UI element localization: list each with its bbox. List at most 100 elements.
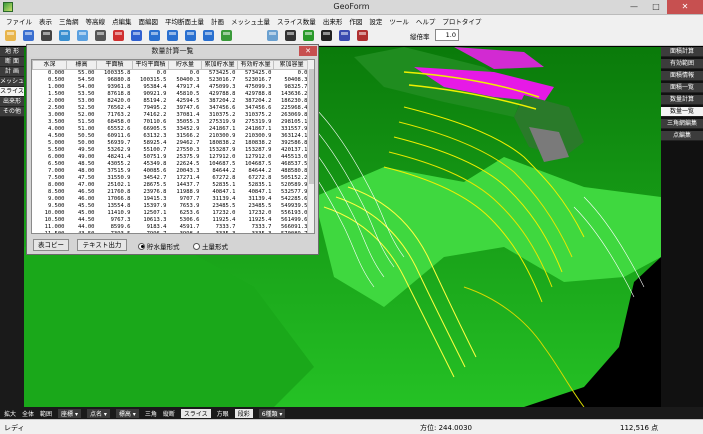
tree-icon[interactable] (301, 28, 316, 43)
table-row[interactable]: 3.500 51.50 68458.0 70110.6 35055.3 275319.9 2… (33, 119, 310, 126)
view-control-9[interactable]: 方眼 (217, 409, 229, 418)
chart-icon[interactable] (265, 28, 280, 43)
view-control-10[interactable]: 段彩 (234, 408, 253, 418)
menu-item-0[interactable]: ファイル (3, 16, 36, 26)
minimize-button[interactable]: — (623, 0, 645, 14)
close-button[interactable]: ✕ (667, 0, 703, 14)
menu-item-14[interactable]: ヘルプ (413, 16, 440, 26)
scroll-thumb[interactable] (309, 69, 314, 184)
column-header-3[interactable]: 平均平面積 (132, 60, 169, 70)
command-button-3[interactable]: 面積一覧 (661, 83, 703, 93)
table-row[interactable]: 11.500 43.50 7393.5 7996.7 3998.4 3335.3 3335.… (33, 231, 310, 233)
menu-item-4[interactable]: 点編集 (109, 16, 136, 26)
terrain-icon[interactable] (219, 28, 234, 43)
mode-tab-0[interactable]: 地 形 (0, 47, 24, 57)
radio-storage-dot[interactable] (138, 242, 145, 250)
table-row[interactable]: 6.000 49.00 48241.4 50751.9 25375.9 127912.0 1… (33, 154, 310, 161)
menu-item-2[interactable]: 三角網 (56, 16, 83, 26)
radio-earth-format[interactable]: 土量形式 (193, 241, 228, 251)
exaggeration-input[interactable]: 1.0 (435, 29, 459, 41)
view-control-0[interactable]: 拡大 (4, 409, 16, 418)
rotate-icon[interactable] (57, 28, 72, 43)
menu-item-7[interactable]: 計画 (208, 16, 228, 26)
table-row[interactable]: 9.500 45.50 13554.8 15397.9 7653.9 23485.5 234… (33, 203, 310, 210)
arrow-icon[interactable] (39, 28, 54, 43)
mode-tab-5[interactable]: 出来形 (0, 97, 24, 107)
menu-item-10[interactable]: 出来形 (320, 16, 347, 26)
menu-item-11[interactable]: 作図 (346, 16, 366, 26)
column-header-6[interactable]: 有効貯水量 (237, 60, 274, 70)
table-row[interactable]: 11.000 44.00 8599.6 9183.4 4591.7 7333.7 7333.… (33, 224, 310, 231)
table-row[interactable]: 2.500 52.50 76562.4 79495.2 39747.6 347456.6 3… (33, 105, 310, 112)
view-control-11[interactable]: 6種類 ▾ (258, 408, 286, 418)
mode-tab-6[interactable]: その他 (0, 107, 24, 117)
view-control-5[interactable]: 標高 ▾ (115, 408, 139, 418)
table-row[interactable]: 5.500 49.50 53262.9 55100.7 27550.3 153287.9 1… (33, 147, 310, 154)
column-header-0[interactable]: 水深 (32, 60, 67, 70)
table-row[interactable]: 1.000 54.00 93961.8 95384.4 47917.4 475099.3 4… (33, 84, 310, 91)
view-fit-icon[interactable] (75, 28, 90, 43)
arrow-up-icon[interactable] (147, 28, 162, 43)
mode-tab-2[interactable]: 計 画 (0, 67, 24, 77)
menu-item-12[interactable]: 設定 (366, 16, 386, 26)
table-row[interactable]: 8.500 46.50 21760.8 23976.8 11988.9 40847.1 40… (33, 189, 310, 196)
command-button-4[interactable]: 数量計算 (661, 95, 703, 105)
dialog-close-button[interactable]: ✕ (299, 46, 317, 56)
radio-earth-dot[interactable] (193, 242, 200, 250)
table-row[interactable]: 7.000 48.00 37515.9 40085.6 20043.3 84644.2 84… (33, 168, 310, 175)
column-header-5[interactable]: 累加貯水量 (201, 60, 238, 70)
column-header-2[interactable]: 平面積 (96, 60, 133, 70)
command-button-7[interactable]: 点編集 (661, 131, 703, 141)
column-header-4[interactable]: 貯水量 (168, 60, 202, 70)
command-button-6[interactable]: 三角網編集 (661, 119, 703, 129)
table-row[interactable]: 5.000 50.00 56939.7 58925.4 29462.7 180838.2 1… (33, 140, 310, 147)
arrow-down-icon[interactable] (165, 28, 180, 43)
save-icon[interactable] (21, 28, 36, 43)
menu-item-5[interactable]: 面編図 (136, 16, 163, 26)
text-export-button[interactable]: テキスト出力 (77, 239, 127, 251)
table-row[interactable]: 3.000 52.00 71763.2 74162.2 37081.4 310375.2 3… (33, 112, 310, 119)
table-row[interactable]: 8.000 47.00 25102.1 28675.5 14437.7 52835.1 52… (33, 182, 310, 189)
clear-icon[interactable] (283, 28, 298, 43)
table-row[interactable]: 6.500 48.50 43055.2 45349.8 22624.5 104687.5 1… (33, 161, 310, 168)
command-button-2[interactable]: 面積情報 (661, 71, 703, 81)
view-control-7[interactable]: 縦断 (163, 409, 175, 418)
table-row[interactable]: 10.000 45.00 11410.9 12507.1 6253.6 17232.0 17… (33, 210, 310, 217)
menu-item-13[interactable]: ツール (386, 16, 413, 26)
menu-item-6[interactable]: 平均断面土量 (162, 16, 208, 26)
copy-table-button[interactable]: 表コピー (33, 239, 69, 251)
arrow-right-icon[interactable] (201, 28, 216, 43)
mode-tab-3[interactable]: メッシュ (0, 77, 24, 87)
view-control-4[interactable]: 点名 ▾ (86, 408, 110, 418)
table-row[interactable]: 2.000 53.00 82420.0 85194.2 42594.5 387204.2 3… (33, 98, 310, 105)
table-row[interactable]: 7.500 47.50 31550.9 34542.7 17271.4 67272.8 67… (33, 175, 310, 182)
column-header-7[interactable]: 累加容量 (273, 60, 310, 70)
book-icon[interactable] (337, 28, 352, 43)
arrow-left-icon[interactable] (183, 28, 198, 43)
open-icon[interactable] (3, 28, 18, 43)
table-row[interactable]: 1.500 53.50 87618.8 90921.9 45810.5 429788.8 4… (33, 91, 310, 98)
red-cube-icon[interactable] (111, 28, 126, 43)
blue-cube-icon[interactable] (129, 28, 144, 43)
block-icon[interactable] (319, 28, 334, 43)
view-control-2[interactable]: 範囲 (40, 409, 52, 418)
command-button-1[interactable]: 有効範囲 (661, 59, 703, 69)
table-row[interactable]: 4.000 51.00 65552.6 66905.5 33452.9 241867.1 2… (33, 126, 310, 133)
menu-item-3[interactable]: 等高線 (83, 16, 110, 26)
view-control-6[interactable]: 三角 (145, 409, 157, 418)
mode-tab-1[interactable]: 断 面 (0, 57, 24, 67)
maximize-button[interactable]: □ (645, 0, 667, 14)
menu-item-8[interactable]: メッシュ土量 (228, 16, 274, 26)
table-row[interactable]: 10.500 44.50 9767.3 10613.3 5306.6 11925.4 119… (33, 217, 310, 224)
brush-icon[interactable] (355, 28, 370, 43)
layer-icon[interactable] (93, 28, 108, 43)
table-row[interactable]: 9.000 46.00 17066.8 19415.3 9707.7 31139.4 311… (33, 196, 310, 203)
menu-item-9[interactable]: スライス数量 (274, 16, 320, 26)
view-control-3[interactable]: 座標 ▾ (58, 408, 81, 418)
command-button-5[interactable]: 数量一覧 (661, 107, 703, 117)
radio-storage-format[interactable]: 貯水量形式 (138, 241, 180, 251)
column-header-1[interactable]: 標高 (66, 60, 97, 70)
view-control-1[interactable]: 全体 (22, 409, 34, 418)
table-row[interactable]: 0.000 55.00 100335.8 0.0 0.0 573425.0 573425.0… (33, 70, 310, 78)
command-button-0[interactable]: 面積計算 (661, 47, 703, 57)
